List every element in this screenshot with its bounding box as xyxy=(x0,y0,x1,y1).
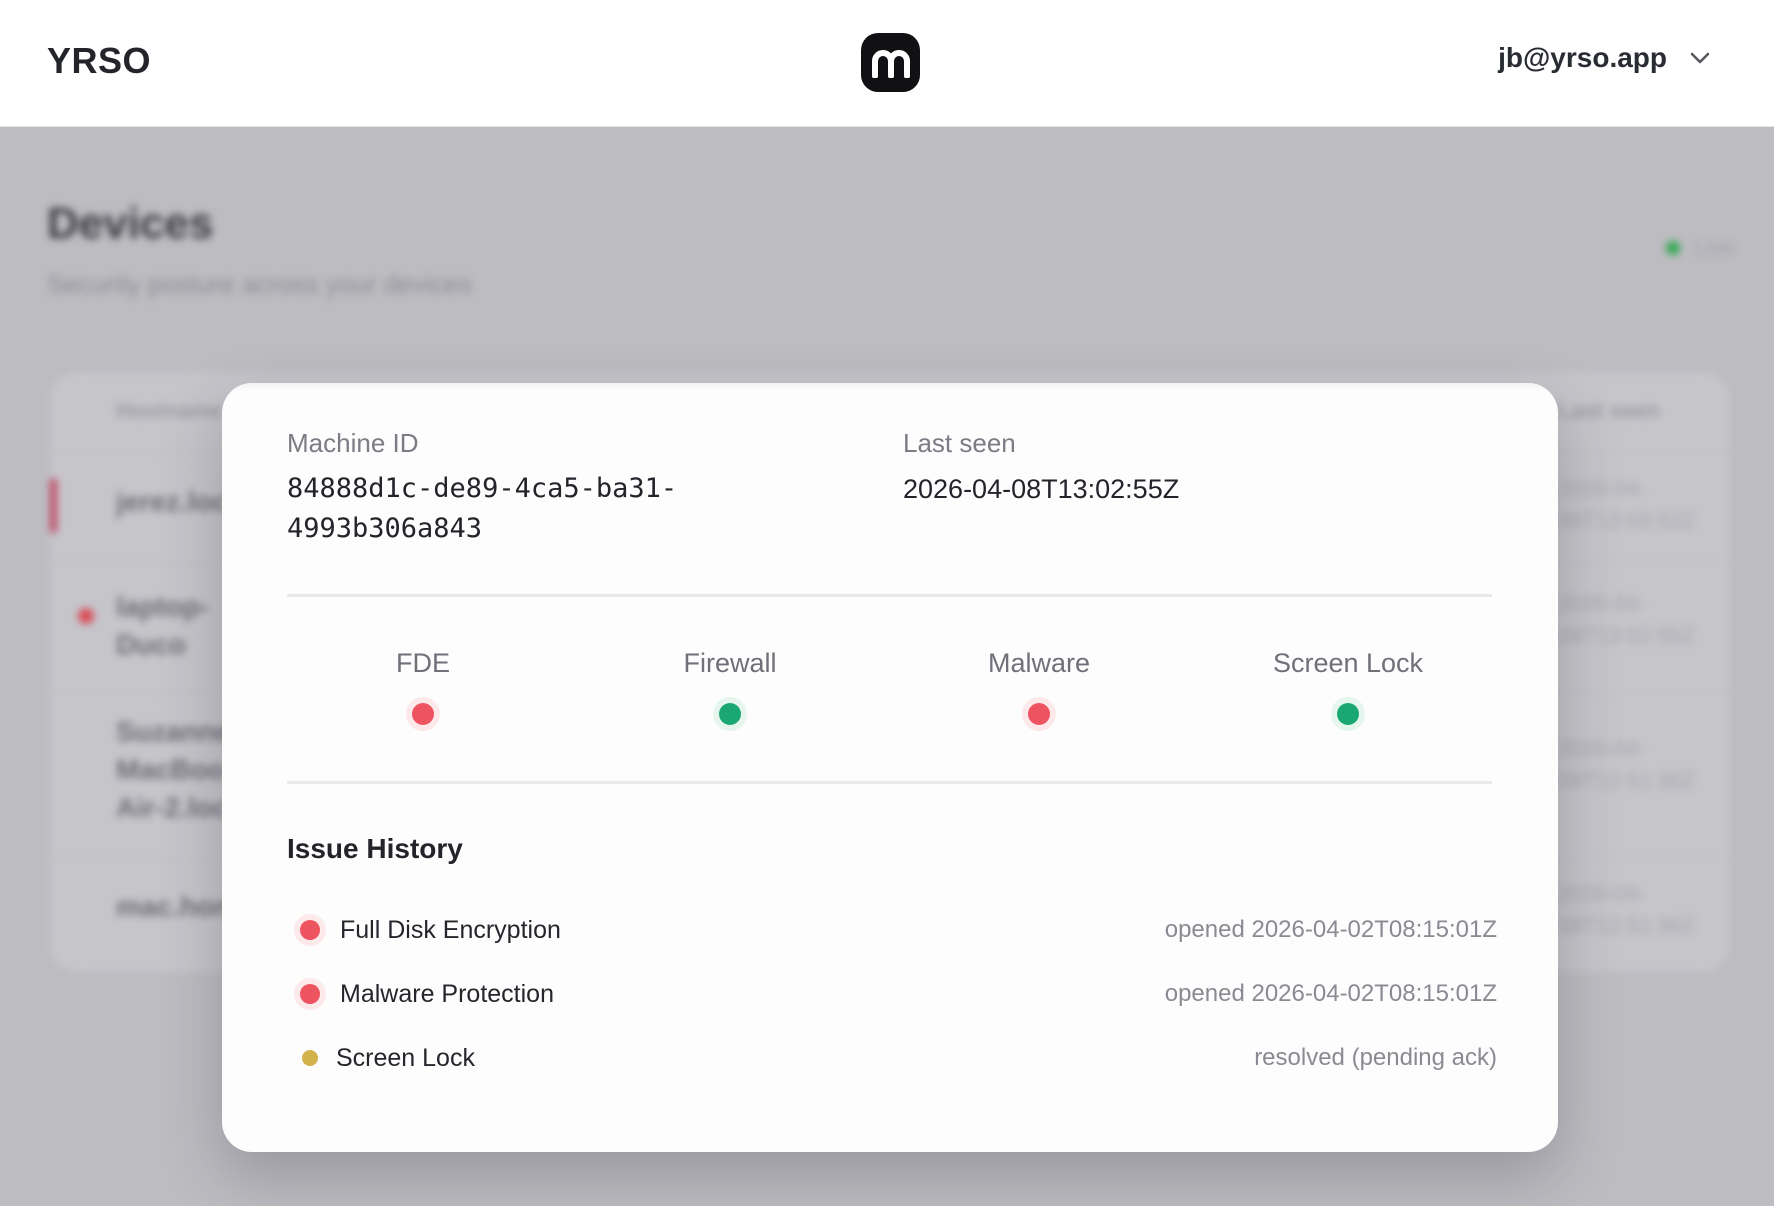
check-fde: FDE xyxy=(273,648,573,725)
issue-row-malware-protection[interactable]: Malware Protection opened 2026-04-02T08:… xyxy=(287,974,1497,1014)
check-label: Malware xyxy=(987,648,1091,678)
row-hostname: Suzanne MacBoo Air-2.loc xyxy=(116,716,232,823)
page-subtitle: Security posture across your devices xyxy=(47,269,472,299)
issue-status: resolved (pending ack) xyxy=(1254,1044,1497,1071)
status-fail-dot-icon xyxy=(1028,703,1050,725)
alert-dot-icon xyxy=(78,608,94,624)
scroll-edge xyxy=(222,383,1558,391)
row-selected-indicator xyxy=(50,478,57,533)
divider xyxy=(287,594,1492,597)
issue-row-full-disk-encryption[interactable]: Full Disk Encryption opened 2026-04-02T0… xyxy=(287,910,1497,950)
check-label: FDE xyxy=(396,648,450,678)
row-last-seen: 2026-04- 08T12:51:36Z xyxy=(1558,736,1695,793)
last-seen-value: 2026-04-08T13:02:55Z xyxy=(903,474,1180,504)
check-label: Firewall xyxy=(683,648,777,678)
top-bar: YRSO jb@yrso.app xyxy=(0,0,1774,127)
machine-id-label: Machine ID xyxy=(287,428,419,458)
row-hostname: laptop- Duco xyxy=(116,591,210,660)
check-screen-lock: Screen Lock xyxy=(1198,648,1498,725)
issue-name: Screen Lock xyxy=(336,1043,475,1072)
row-hostname: jerez.loc xyxy=(116,486,229,517)
issue-row-screen-lock[interactable]: Screen Lock resolved (pending ack) xyxy=(287,1038,1497,1078)
last-seen-label: Last seen xyxy=(903,428,1016,458)
status-fail-dot-icon xyxy=(412,703,434,725)
issue-status: opened 2026-04-02T08:15:01Z xyxy=(1164,980,1497,1007)
chevron-down-icon xyxy=(1690,52,1710,64)
user-menu[interactable]: jb@yrso.app xyxy=(1498,42,1713,74)
device-detail-modal: Machine ID 84888d1c-de89-4ca5-ba31-4993b… xyxy=(222,383,1558,1152)
page-title: Devices xyxy=(47,199,214,248)
row-last-seen: 2026-04- 08T13:03:52Z xyxy=(1558,476,1695,533)
column-header-hostname: Hostname xyxy=(116,398,223,423)
check-malware: Malware xyxy=(889,648,1189,725)
divider xyxy=(287,781,1492,784)
column-header-last-seen: Last seen xyxy=(1558,398,1660,423)
issue-name: Malware Protection xyxy=(340,979,554,1008)
user-email: jb@yrso.app xyxy=(1498,42,1667,73)
status-pass-dot-icon xyxy=(719,703,741,725)
live-indicator: Live xyxy=(1665,235,1734,261)
check-label: Screen Lock xyxy=(1272,648,1424,678)
issue-open-dot-icon xyxy=(300,920,320,940)
machine-id-value: 84888d1c-de89-4ca5-ba31-4993b306a843 xyxy=(287,473,678,544)
issue-name: Full Disk Encryption xyxy=(340,915,561,944)
row-last-seen: 2026-04- 08T13:02:55Z xyxy=(1558,591,1695,648)
m-logo-icon[interactable] xyxy=(861,33,920,92)
brand-wordmark[interactable]: YRSO xyxy=(47,40,151,82)
live-dot-icon xyxy=(1665,241,1680,255)
check-firewall: Firewall xyxy=(580,648,880,725)
issue-history-title: Issue History xyxy=(287,833,463,864)
issue-pending-dot-icon xyxy=(302,1050,318,1066)
status-pass-dot-icon xyxy=(1337,703,1359,725)
row-hostname: mac.hon xyxy=(116,891,232,922)
row-last-seen: 2026-04- 08T12:51:36Z xyxy=(1558,881,1695,938)
live-label: Live xyxy=(1693,235,1734,260)
issue-open-dot-icon xyxy=(300,984,320,1004)
issue-status: opened 2026-04-02T08:15:01Z xyxy=(1164,916,1497,943)
